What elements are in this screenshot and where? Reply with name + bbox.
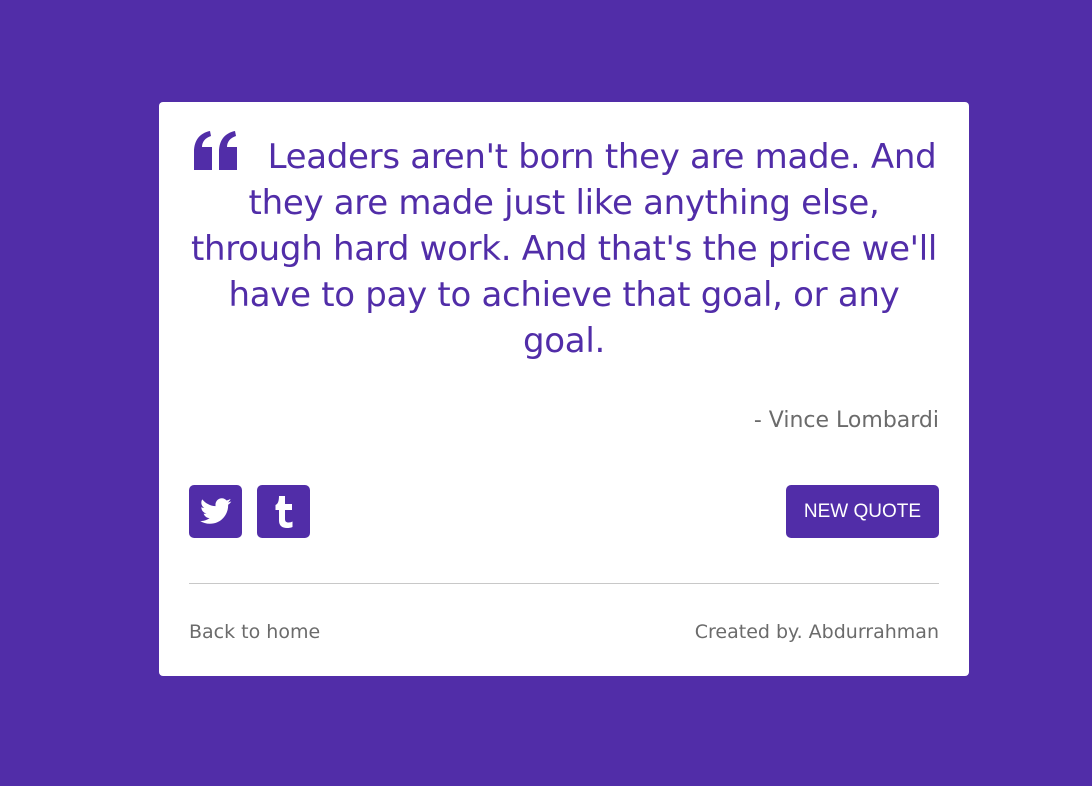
twitter-icon (199, 498, 232, 525)
quote-actions: NEW QUOTE (189, 485, 939, 538)
post-tumblr-button[interactable] (257, 485, 310, 538)
new-quote-button[interactable]: NEW QUOTE (786, 485, 939, 538)
divider (189, 583, 939, 584)
quote-text: Leaders aren't born they are made. And t… (190, 137, 938, 361)
quote-card: Leaders aren't born they are made. And t… (159, 102, 969, 676)
quote-left-icon (192, 130, 240, 172)
tumblr-icon (274, 495, 294, 528)
tweet-quote-button[interactable] (189, 485, 242, 538)
card-footer: Back to home Created by. Abdurrahman (189, 617, 939, 647)
back-to-home-link[interactable]: Back to home (189, 617, 320, 647)
quote-author: - Vince Lombardi (753, 408, 939, 433)
quote-block: Leaders aren't born they are made. And t… (189, 130, 939, 364)
creator-credit: Created by. Abdurrahman (694, 621, 939, 643)
